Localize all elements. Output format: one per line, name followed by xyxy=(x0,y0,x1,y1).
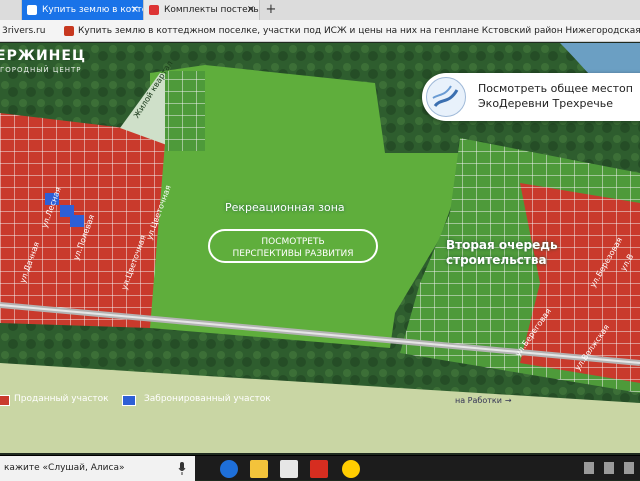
logo-subtitle: ГОРОДНЫЙ ЦЕНТР xyxy=(0,66,82,74)
location-map-icon xyxy=(426,77,466,117)
bookmark-page-title[interactable]: Купить землю в коттеджном поселке, участ… xyxy=(78,20,640,42)
edge-icon[interactable] xyxy=(220,460,238,478)
booked-swatch xyxy=(122,395,136,406)
search-hint-text: кажите «Слушай, Алиса» xyxy=(4,463,125,473)
microphone-icon[interactable] xyxy=(178,462,186,475)
view-location-popup[interactable]: Посмотреть общее местоп ЭкоДеревни Трехр… xyxy=(422,73,640,121)
popup-line1: Посмотреть общее местоп xyxy=(478,82,633,95)
sold-legend-label: Проданный участок xyxy=(14,394,109,404)
tab-bedding[interactable]: Комплекты постельного б × xyxy=(144,0,260,20)
network-icon[interactable] xyxy=(584,462,594,474)
tab-favicon-icon xyxy=(27,5,37,15)
view-perspectives-line2: ПЕРСПЕКТИВЫ РАЗВИТИЯ xyxy=(232,249,354,259)
second-stage-label: Вторая очередь строительства xyxy=(446,238,558,267)
sold-swatch xyxy=(0,395,10,406)
new-tab-button[interactable]: + xyxy=(260,0,282,20)
close-tab-icon[interactable]: × xyxy=(247,0,255,20)
taskbar-search-box[interactable]: кажите «Слушай, Алиса» xyxy=(0,456,195,481)
tab-previous[interactable] xyxy=(0,0,22,20)
tab-label: Комплекты постельного б xyxy=(164,5,259,15)
store-icon[interactable] xyxy=(280,460,298,478)
logo-text: ЕРЖИНЕЦ xyxy=(0,48,86,64)
tab-active[interactable]: Купить землю в коттед × xyxy=(22,0,144,20)
bookmark-bar: 3rivers.ru Купить землю в коттеджном пос… xyxy=(0,20,640,42)
yandex-favicon-icon xyxy=(64,26,74,36)
booked-legend-label: Забронированный участок xyxy=(144,394,271,404)
system-tray xyxy=(584,462,634,474)
tab-favicon-icon xyxy=(149,5,159,15)
windows-taskbar: кажите «Слушай, Алиса» xyxy=(0,455,640,481)
yandex-icon[interactable] xyxy=(342,460,360,478)
view-perspectives-button[interactable]: ПОСМОТРЕТЬ ПЕРСПЕКТИВЫ РАЗВИТИЯ xyxy=(208,229,378,263)
road-direction-label: на Работки → xyxy=(455,396,512,405)
recreation-zone-label: Рекреационная зона xyxy=(225,201,345,214)
notifications-icon[interactable] xyxy=(624,462,634,474)
master-plan-map: ЕРЖИНЕЦ ГОРОДНЫЙ ЦЕНТР Жилой квартал ул.… xyxy=(0,43,640,453)
arrow-right-icon: → xyxy=(504,396,512,405)
bookmark-site[interactable]: 3rivers.ru xyxy=(2,20,45,42)
living-quarter-plots xyxy=(165,71,205,151)
yandex-browser-icon[interactable] xyxy=(310,460,328,478)
tab-bar-spacer xyxy=(282,0,640,20)
browser-tab-bar: Купить землю в коттед × Комплекты постел… xyxy=(0,0,640,20)
explorer-icon[interactable] xyxy=(250,460,268,478)
volume-icon[interactable] xyxy=(604,462,614,474)
booked-plot xyxy=(70,215,84,227)
popup-line2: ЭкоДеревни Трехречье xyxy=(478,97,613,110)
close-tab-icon[interactable]: × xyxy=(131,0,139,20)
view-perspectives-line1: ПОСМОТРЕТЬ xyxy=(261,237,325,247)
tab-label: Купить землю в коттед xyxy=(42,5,144,15)
